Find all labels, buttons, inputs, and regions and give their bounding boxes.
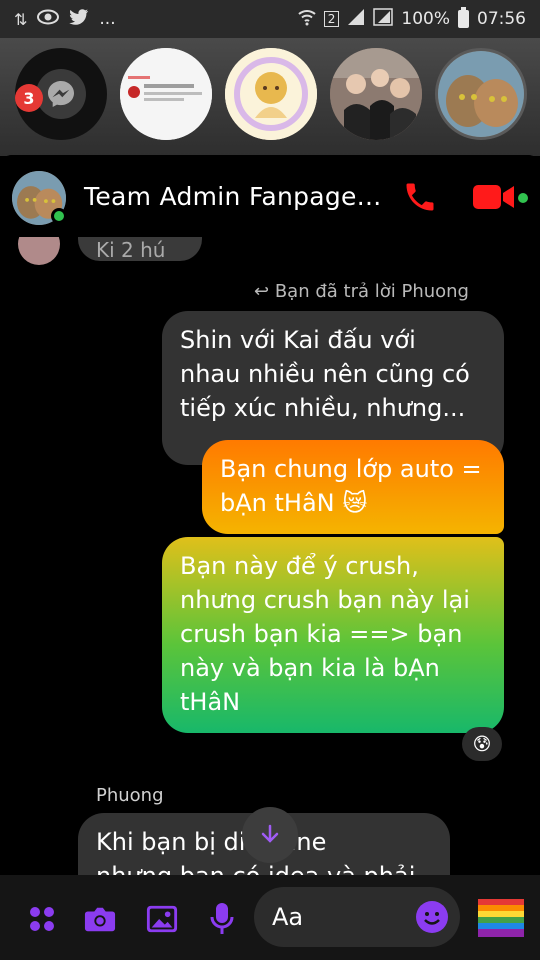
chat-head-2[interactable]: [225, 48, 317, 140]
video-camera-icon: [473, 185, 514, 209]
chat-head-4[interactable]: [435, 48, 527, 140]
voice-message-button[interactable]: [206, 903, 238, 935]
quoted-line: Shin với Kai đấu với: [180, 326, 416, 354]
chat-header: Team Admin Fanpage...: [0, 155, 540, 237]
arrow-down-icon: [261, 824, 279, 843]
status-right: 2 100% 07:56: [298, 7, 526, 30]
camera-icon: [84, 907, 116, 932]
status-left: ⇅ ...: [14, 9, 116, 29]
online-status-dot: [51, 208, 67, 224]
reply-arrow-icon: ↩: [254, 281, 270, 302]
message-list[interactable]: Ki 2 hú ↩ Bạn đã trả lời Phuong Shin với…: [0, 237, 540, 877]
composer-bar: Aa: [0, 875, 540, 960]
quoted-line: tiếp xúc nhiều, nhưng...: [180, 394, 466, 422]
battery-icon: [458, 7, 469, 28]
twitter-icon: [69, 9, 89, 29]
message-input-placeholder: Aa: [272, 903, 304, 931]
message-input[interactable]: Aa: [254, 887, 460, 947]
chat-heads-row: 3: [0, 38, 540, 194]
more-notifications: ...: [99, 9, 116, 29]
image-icon: [146, 905, 178, 933]
avatar: [18, 237, 60, 265]
messenger-icon: [36, 69, 86, 119]
smiley-icon: [417, 902, 447, 932]
camera-button[interactable]: [84, 903, 116, 935]
reply-indicator-text: Bạn đã trả lời Phuong: [274, 281, 469, 302]
gallery-button[interactable]: [146, 903, 178, 935]
wifi-icon: [298, 8, 316, 30]
status-bar: ⇅ ... 2 100% 07:56: [0, 0, 540, 38]
signal-icon-2: [373, 8, 394, 30]
scroll-to-bottom-button[interactable]: [242, 807, 298, 863]
video-active-dot: [518, 193, 528, 203]
message-line: Bạn này để ý crush,: [180, 552, 419, 580]
emoji-button[interactable]: [416, 901, 448, 933]
message-reaction[interactable]: 😰: [462, 727, 502, 761]
message-bubble-incoming[interactable]: Ki 2 hú: [78, 237, 202, 262]
message-line: tHâN: [180, 688, 241, 716]
sender-name: Phuong: [96, 785, 164, 806]
microphone-icon: [210, 903, 234, 934]
message-line: này và bạn kia là bẠn: [180, 654, 440, 682]
message-line: Bạn chung lớp auto =: [220, 455, 482, 483]
data-transfer-icon: ⇅: [14, 9, 28, 29]
sim-badge: 2: [323, 11, 340, 27]
message-line: bẠn tHâN 😿: [220, 489, 368, 517]
battery-percent: 100%: [401, 9, 450, 29]
video-call-button[interactable]: [472, 181, 516, 213]
unread-badge: 3: [15, 84, 43, 112]
chat-head-3[interactable]: [330, 48, 422, 140]
phone-icon: [406, 183, 434, 211]
clock: 07:56: [477, 9, 526, 29]
message-line: nhưng crush bạn này lại: [180, 586, 470, 614]
reply-indicator: ↩ Bạn đã trả lời Phuong: [254, 281, 469, 302]
chat-panel: Team Admin Fanpage... Ki 2 hú ↩ Bạn đã t…: [0, 155, 540, 960]
quoted-line: nhau nhiều nên cũng có: [180, 360, 470, 388]
message-bubble-outgoing[interactable]: Bạn này để ý crush, nhưng crush bạn này …: [162, 537, 504, 733]
eye-icon: [37, 9, 60, 29]
signal-icon: [347, 8, 365, 30]
rainbow-flag-icon: [478, 899, 524, 937]
chat-head-1[interactable]: [120, 48, 212, 140]
menu-grid-button[interactable]: [26, 903, 58, 935]
message-bubble-outgoing[interactable]: Bạn chung lớp auto = bẠn tHâN 😿: [202, 440, 504, 534]
four-dots-icon: [30, 907, 54, 931]
rainbow-flag-quick-reaction[interactable]: [478, 899, 524, 937]
message-line: crush bạn kia ==> bạn: [180, 620, 463, 648]
conversation-title[interactable]: Team Admin Fanpage...: [84, 182, 381, 211]
voice-call-button[interactable]: [402, 179, 438, 215]
